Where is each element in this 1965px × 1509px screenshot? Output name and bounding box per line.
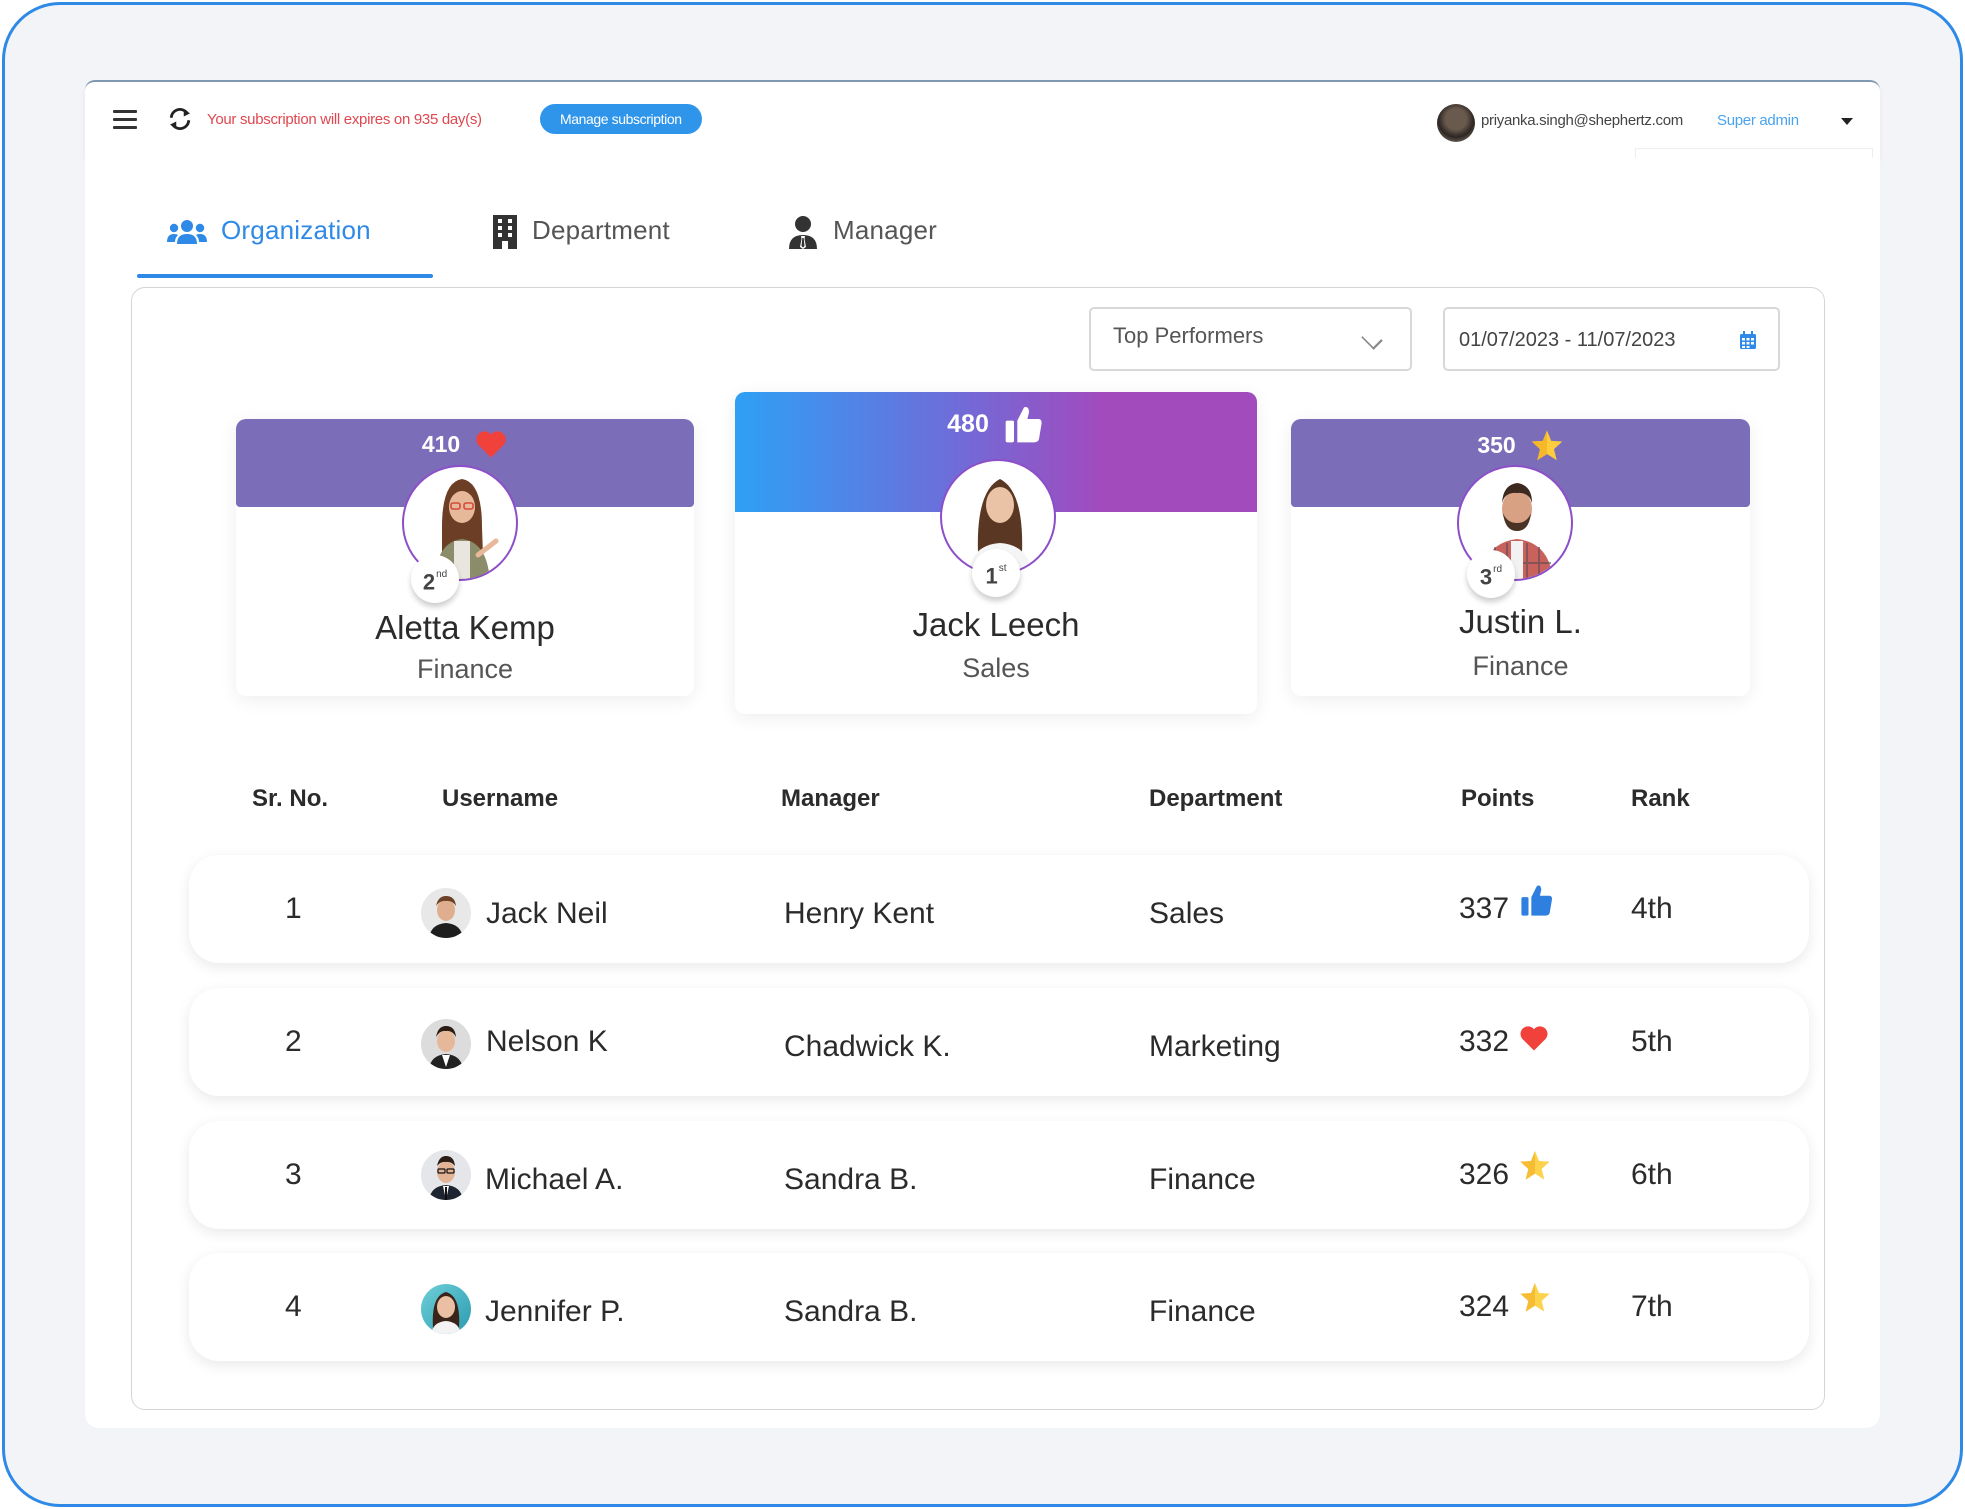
points: 324: [1459, 1290, 1510, 1323]
podium-department: Finance: [416, 654, 514, 684]
podium-points: 410: [236, 429, 694, 459]
podium-department: Finance: [1472, 651, 1569, 681]
department: Finance: [1149, 1163, 1256, 1196]
podium-name: Jack Leech: [912, 606, 1080, 643]
table-row[interactable]: 1 Jack Neil Henry Kent Sales 337 4th: [189, 855, 1809, 963]
user-avatar: [421, 888, 471, 938]
points-value: 350: [1477, 431, 1516, 458]
podium-card-third[interactable]: 350 3rd Justin L. Finance: [1291, 419, 1750, 696]
podium-points: 350: [1291, 429, 1750, 461]
podium-points: 480: [735, 404, 1257, 444]
user-avatar: [421, 1284, 471, 1334]
column-header-rank: Rank: [1631, 785, 1690, 812]
chevron-down-icon: [1361, 328, 1383, 350]
tab-organization[interactable]: Organization: [167, 205, 371, 277]
manager: Chadwick K.: [784, 1030, 951, 1063]
podium-department: Sales: [962, 653, 1030, 683]
points: 326: [1459, 1158, 1510, 1191]
manage-subscription-button[interactable]: Manage subscription: [540, 104, 702, 134]
star-icon: [1520, 1151, 1550, 1180]
username: Nelson K: [486, 1025, 608, 1058]
username: Jack Neil: [486, 897, 608, 930]
sr-no: 1: [285, 892, 302, 925]
place-badge: 3rd: [1467, 550, 1515, 598]
podium-name: Aletta Kemp: [375, 609, 555, 646]
manager: Sandra B.: [784, 1163, 918, 1196]
subscription-notice: Your subscription will expires on 935 da…: [207, 111, 482, 128]
heart-icon: [476, 431, 506, 458]
username: Michael A.: [485, 1163, 624, 1196]
podium-card-first[interactable]: 480 1st Jack Leech Sales: [735, 392, 1257, 714]
caret-down-icon[interactable]: [1841, 118, 1853, 125]
user-avatar: [421, 1019, 471, 1069]
points-value: 480: [947, 409, 989, 438]
date-range-value: 01/07/2023 - 11/07/2023: [1459, 329, 1676, 351]
tab-label: Manager: [833, 215, 938, 245]
column-header-username: Username: [442, 785, 559, 812]
place-badge: 2nd: [411, 555, 459, 603]
points: 337: [1459, 892, 1510, 925]
table-row[interactable]: 2 Nelson K Chadwick K. Marketing 332 5th: [189, 988, 1809, 1096]
star-icon: [1531, 430, 1562, 461]
top-header: Your subscription will expires on 935 da…: [85, 80, 1880, 158]
username: Jennifer P.: [485, 1295, 625, 1328]
date-range-picker[interactable]: 01/07/2023 - 11/07/2023: [1443, 307, 1780, 371]
department: Finance: [1149, 1295, 1256, 1328]
active-tab-indicator: [137, 274, 433, 278]
column-header-manager: Manager: [781, 785, 880, 812]
place-badge: 1st: [972, 549, 1020, 597]
points: 332: [1459, 1025, 1510, 1058]
rank: 7th: [1631, 1290, 1673, 1323]
department: Marketing: [1149, 1030, 1281, 1063]
building-icon: [493, 215, 517, 249]
manager: Sandra B.: [784, 1295, 918, 1328]
thumbs-up-icon: [1521, 885, 1553, 916]
select-value: Top Performers: [1113, 323, 1264, 348]
tab-label: Department: [532, 215, 670, 245]
hamburger-menu-icon[interactable]: [113, 110, 137, 130]
user-avatar: [421, 1150, 471, 1200]
column-header-points: Points: [1461, 785, 1535, 812]
star-icon: [1520, 1283, 1550, 1312]
sr-no: 4: [285, 1290, 302, 1323]
thumbs-up-icon: [1005, 407, 1042, 443]
tab-manager[interactable]: Manager: [787, 205, 937, 277]
user-email: priyanka.singh@shephertz.com: [1481, 112, 1683, 129]
rank: 6th: [1631, 1158, 1673, 1191]
performer-type-select[interactable]: Top Performers: [1089, 307, 1412, 371]
calendar-icon[interactable]: [1740, 331, 1756, 349]
tab-bar: Organization Department Manager: [137, 205, 1037, 277]
points-value: 410: [421, 430, 461, 457]
users-group-icon: [167, 220, 207, 244]
sr-no: 2: [285, 1025, 302, 1058]
user-avatar[interactable]: [1437, 104, 1475, 142]
rank: 4th: [1631, 892, 1673, 925]
manager: Henry Kent: [784, 897, 935, 930]
refresh-icon[interactable]: [165, 104, 195, 134]
tab-label: Organization: [221, 215, 371, 245]
rank: 5th: [1631, 1025, 1673, 1058]
manager-icon: [789, 216, 817, 249]
sr-no: 3: [285, 1158, 302, 1191]
heart-icon: [1520, 1026, 1548, 1051]
tab-department[interactable]: Department: [492, 205, 670, 277]
podium-card-second[interactable]: 410 2nd Aletta Kemp Finance: [236, 419, 694, 696]
column-header-sr-no: Sr. No.: [252, 785, 329, 812]
column-header-department: Department: [1149, 785, 1283, 812]
table-row[interactable]: 4 Jennifer P. Sandra B. Finance 324 7th: [189, 1253, 1809, 1361]
department: Sales: [1149, 897, 1225, 930]
table-row[interactable]: 3 Michael A. Sandra B. Finance 326 6th: [189, 1121, 1809, 1229]
user-role: Super admin: [1717, 112, 1799, 129]
podium-name: Justin L.: [1459, 603, 1582, 640]
